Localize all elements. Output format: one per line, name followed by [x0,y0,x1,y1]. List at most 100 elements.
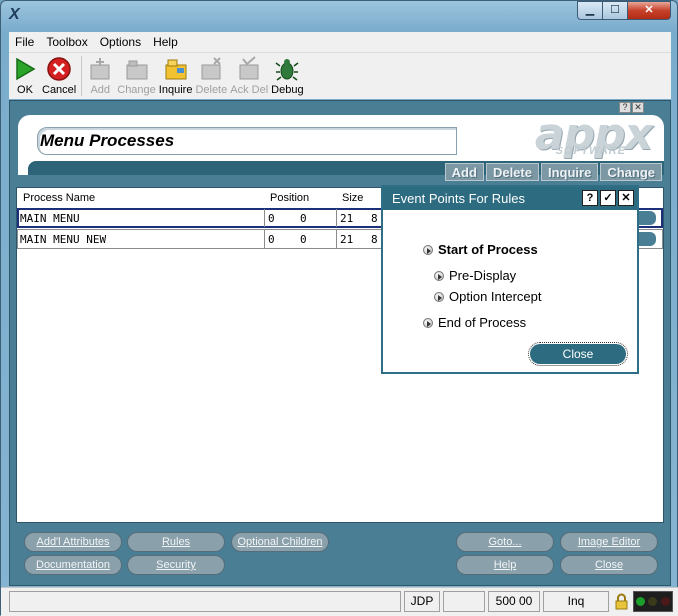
dialog-close-x-button[interactable]: ✕ [618,190,634,206]
menu-options[interactable]: Options [94,35,147,49]
minimize-button[interactable]: ▁ [577,1,603,20]
appx-logo-icon: X [9,6,20,23]
arrow-right-icon [434,270,444,281]
debug-button[interactable]: Debug [271,53,304,96]
goto-button[interactable]: Goto... [456,532,554,552]
logo-subtext: SOFTWARE [555,145,626,157]
addl-attributes-button[interactable]: Add'l Attributes [24,532,122,552]
cell-position-row: 0 [268,233,275,246]
status-spacer [443,591,485,612]
option-option-intercept[interactable]: Option Intercept [434,289,542,304]
option-end-of-process[interactable]: End of Process [423,315,526,330]
help-button[interactable]: Help [456,555,554,575]
lock-icon [614,593,629,610]
page-title: Menu Processes [40,131,175,150]
optional-children-button[interactable]: Optional Children [231,532,329,552]
option-pre-display[interactable]: Pre-Display [434,268,516,283]
status-message [9,591,401,612]
option-start-of-process[interactable]: Start of Process [423,242,538,257]
appx-logo: appx SOFTWARE [472,115,653,163]
status-mode: Inq [543,591,609,612]
change-icon [124,56,150,82]
cell-divider [264,230,265,248]
arrow-right-icon [423,317,433,328]
inquire-button[interactable]: Inquire [158,53,193,96]
add-icon [87,56,113,82]
debug-icon [274,56,300,82]
debug-label: Debug [271,84,304,96]
inquire-icon [163,56,189,82]
yellow-light-icon [648,597,658,606]
option-label: Start of Process [438,242,538,257]
dialog-title-bar[interactable]: Event Points For Rules ? ✓ ✕ [383,187,637,210]
ack-delete-label: Ack Del [230,84,269,96]
menu-toolbox[interactable]: Toolbox [40,35,93,49]
dialog-close-button[interactable]: Close [528,342,628,366]
tab-change[interactable]: Change [600,163,662,181]
cell-position-col: 0 [300,233,307,246]
option-label: Option Intercept [449,289,542,304]
dialog-help-button[interactable]: ? [582,190,598,206]
tab-add[interactable]: Add [444,163,484,181]
pane-close-button[interactable]: ✕ [632,102,644,113]
cancel-icon [46,56,72,82]
tab-delete[interactable]: Delete [485,163,539,181]
add-label: Add [90,84,111,96]
column-header-size: Size [342,192,364,204]
ok-button[interactable]: OK [11,53,39,96]
change-button[interactable]: Change [117,53,156,96]
status-bar: JDP 500 00 Inq [1,587,678,616]
close-window-button[interactable]: ✕ [627,1,671,20]
menu-bar: File Toolbox Options Help [9,32,671,52]
cell-position-col: 0 [300,212,307,225]
dialog-title: Event Points For Rules [392,191,525,206]
add-button[interactable]: Add [86,53,114,96]
cell-divider [336,209,337,227]
cell-divider [264,209,265,227]
rules-button[interactable]: Rules [127,532,225,552]
status-value: 500 00 [488,591,540,612]
cancel-label: Cancel [42,84,77,96]
delete-button[interactable]: Delete [195,53,227,96]
event-points-dialog: Event Points For Rules ? ✓ ✕ Start of Pr… [381,185,639,374]
option-label: End of Process [438,315,527,330]
cancel-button[interactable]: Cancel [42,53,76,96]
toolbar: OK Cancel Add Change Inquire Delete Ack … [9,52,671,99]
close-button[interactable]: Close [560,555,658,575]
tab-inquire[interactable]: Inquire [540,163,599,181]
status-user: JDP [404,591,440,612]
dialog-controls: ? ✓ ✕ [580,190,634,206]
menu-file[interactable]: File [9,35,40,49]
security-button[interactable]: Security [127,555,225,575]
change-label: Change [117,84,156,96]
cell-size-rows: 21 [340,233,354,246]
cell-process-name: MAIN MENU NEW [20,233,107,246]
column-header-position: Position [270,192,310,204]
title-bar[interactable]: X ▁ ☐ ✕ [1,1,677,31]
documentation-button[interactable]: Documentation [24,555,122,575]
cell-size-cols: 8 [371,233,378,246]
status-lights [633,591,673,612]
pane-help-button[interactable]: ? [619,102,631,113]
inquire-label: Inquire [158,84,193,96]
menu-help[interactable]: Help [147,35,184,49]
delete-icon [198,56,224,82]
cell-size-cols: 8 [371,212,378,225]
image-editor-button[interactable]: Image Editor [560,532,658,552]
toolbar-separator [81,56,83,96]
maximize-button[interactable]: ☐ [602,1,628,20]
window-controls: ▁ ☐ ✕ [577,1,671,20]
ok-label: OK [17,84,33,96]
delete-label: Delete [195,84,228,96]
cell-size-rows: 21 [340,212,354,225]
ack-delete-button[interactable]: Ack Del [230,53,268,96]
cell-divider [336,230,337,248]
column-header-process-name: Process Name [23,192,96,204]
play-icon [12,56,38,82]
action-tabs: Add Delete Inquire Change [443,163,662,181]
arrow-right-icon [434,291,444,302]
cell-position-row: 0 [268,212,275,225]
dialog-ok-button[interactable]: ✓ [600,190,616,206]
app-window: X ▁ ☐ ✕ File Toolbox Options Help OK Can… [0,0,678,616]
arrow-right-icon [423,244,433,255]
